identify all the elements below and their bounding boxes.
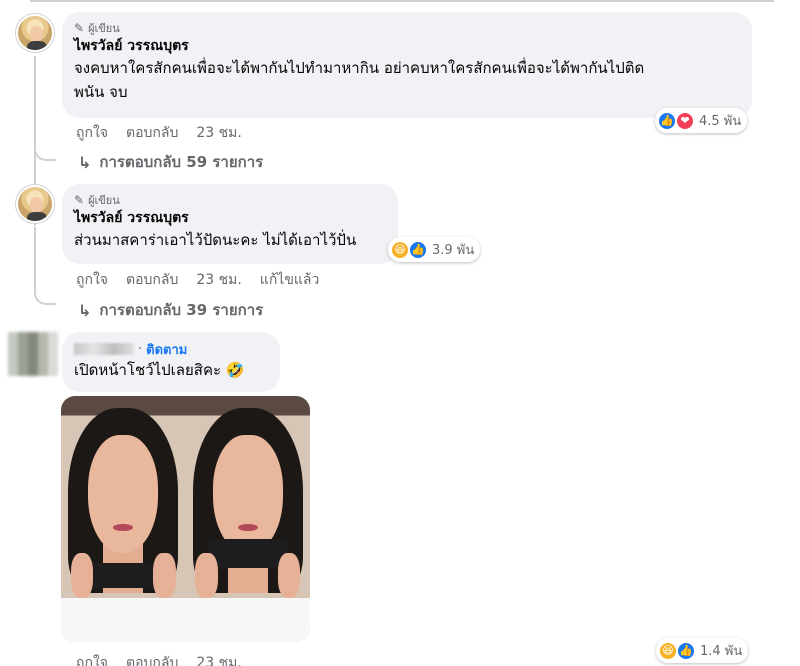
love-reaction-icon: ❤ bbox=[675, 110, 695, 131]
author-badge: ✎ ผู้เขียน bbox=[74, 20, 740, 36]
pencil-icon: ✎ bbox=[74, 193, 85, 207]
comment-actions: ถูกใจ ตอบกลับ 23 ชม. bbox=[76, 652, 242, 666]
edited-label[interactable]: แก้ไขแล้ว bbox=[260, 269, 320, 291]
replies-label: การตอบกลับ 39 รายการ bbox=[99, 301, 264, 319]
comment-bubble: ✎ ผู้เขียน ไพรวัลย์ วรรณบุตร จงคบหาใครสั… bbox=[62, 12, 752, 118]
reply-button[interactable]: ตอบกลับ bbox=[126, 269, 178, 291]
comment-text: เปิดหน้าโชว์ไปเลยสิคะ 🤣 bbox=[74, 361, 245, 379]
comment-photo[interactable] bbox=[61, 396, 310, 642]
comment-text: ส่วนมาสคาร่าเอาไว้ปัดนะคะ ไม่ได้เอาไว้ปั… bbox=[74, 231, 357, 249]
reply-arrow-icon: ↳ bbox=[78, 152, 92, 172]
view-replies-link[interactable]: ↳ การตอบกลับ 59 รายการ bbox=[78, 150, 263, 174]
photo-right-half bbox=[185, 396, 310, 642]
user-avatar[interactable] bbox=[8, 332, 58, 376]
timestamp[interactable]: 23 ชม. bbox=[196, 269, 241, 291]
author-badge-label: ผู้เขียน bbox=[88, 194, 120, 207]
comment-bubble: · ติดตาม เปิดหน้าโชว์ไปเลยสิคะ 🤣 bbox=[62, 332, 280, 392]
reaction-summary[interactable]: 😆 👍 1.4 พัน bbox=[656, 638, 749, 663]
haha-reaction-icon: 😆 bbox=[658, 640, 678, 661]
commenter-name[interactable]: ไพรวัลย์ วรรณบุตร bbox=[74, 208, 386, 228]
comment-bubble: ✎ ผู้เขียน ไพรวัลย์ วรรณบุตร ส่วนมาสคาร่… bbox=[62, 184, 398, 264]
timestamp[interactable]: 23 ชม. bbox=[196, 122, 241, 144]
comment-actions: ถูกใจ ตอบกลับ 23 ชม. แก้ไขแล้ว bbox=[76, 269, 319, 291]
timestamp[interactable]: 23 ชม. bbox=[196, 652, 241, 666]
thread-connector bbox=[34, 56, 56, 161]
separator-dot: · bbox=[138, 341, 143, 357]
author-avatar[interactable] bbox=[16, 185, 54, 223]
comment-text-line2: พนัน จบ bbox=[74, 83, 128, 101]
reply-arrow-icon: ↳ bbox=[78, 300, 92, 320]
reply-button[interactable]: ตอบกลับ bbox=[126, 652, 178, 666]
view-replies-link[interactable]: ↳ การตอบกลับ 39 รายการ bbox=[78, 298, 263, 322]
reaction-summary[interactable]: 👍 ❤ 4.5 พัน bbox=[655, 108, 748, 133]
like-reaction-icon: 👍 bbox=[676, 640, 696, 661]
divider-line bbox=[30, 0, 774, 2]
comment-text-line1: จงคบหาใครสักคนเพื่อจะได้พากันไปทำมาหากิน… bbox=[74, 59, 645, 77]
author-avatar[interactable] bbox=[16, 14, 54, 52]
author-badge: ✎ ผู้เขียน bbox=[74, 192, 386, 208]
comment-actions: ถูกใจ ตอบกลับ 23 ชม. bbox=[76, 122, 242, 144]
pencil-icon: ✎ bbox=[74, 21, 85, 35]
reaction-count: 1.4 พัน bbox=[700, 644, 743, 659]
blurred-name[interactable] bbox=[74, 343, 134, 355]
author-badge-label: ผู้เขียน bbox=[88, 22, 120, 35]
follow-button[interactable]: ติดตาม bbox=[146, 339, 187, 360]
replies-label: การตอบกลับ 59 รายการ bbox=[99, 153, 264, 171]
haha-reaction-icon: 😆 bbox=[390, 239, 410, 260]
reaction-summary[interactable]: 😆 👍 3.9 พัน bbox=[388, 237, 481, 262]
reaction-count: 3.9 พัน bbox=[432, 243, 475, 258]
commenter-name[interactable]: ไพรวัลย์ วรรณบุตร bbox=[74, 36, 740, 56]
reaction-count: 4.5 พัน bbox=[699, 114, 742, 129]
thread-connector bbox=[34, 227, 56, 305]
like-button[interactable]: ถูกใจ bbox=[76, 652, 108, 666]
reply-button[interactable]: ตอบกลับ bbox=[126, 122, 178, 144]
like-reaction-icon: 👍 bbox=[657, 110, 677, 131]
photo-left-half bbox=[61, 396, 186, 642]
commenter-header: · ติดตาม bbox=[74, 340, 268, 358]
like-reaction-icon: 👍 bbox=[408, 239, 428, 260]
like-button[interactable]: ถูกใจ bbox=[76, 269, 108, 291]
like-button[interactable]: ถูกใจ bbox=[76, 122, 108, 144]
